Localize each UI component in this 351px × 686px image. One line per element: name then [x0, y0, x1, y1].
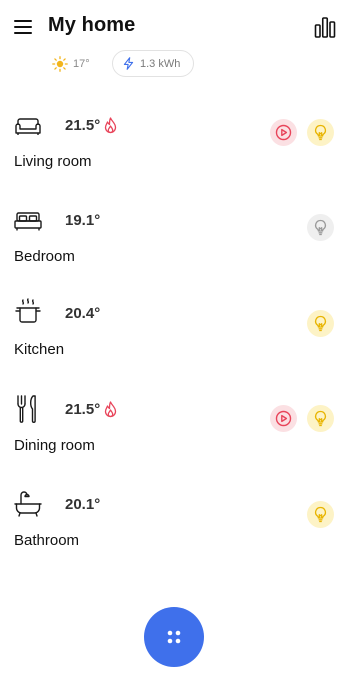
room-name: Living room — [14, 153, 92, 170]
play-circle-icon — [275, 410, 292, 427]
room-temperature: 21.5° — [65, 117, 118, 134]
four-dots-icon — [167, 630, 181, 644]
room-name: Bedroom — [14, 248, 75, 265]
flame-icon — [105, 401, 117, 418]
light-toggle-button[interactable] — [307, 501, 334, 528]
weather-temperature: 17° — [73, 58, 90, 70]
room-dining-room[interactable]: 21.5° Dining room — [0, 395, 351, 477]
room-name: Bathroom — [14, 532, 80, 549]
media-play-button[interactable] — [270, 405, 297, 432]
energy-value: 1.3 kWh — [140, 57, 181, 70]
weather-status: 17° — [52, 55, 90, 73]
light-toggle-button[interactable] — [307, 214, 334, 241]
lightbulb-icon — [315, 410, 326, 427]
temperature-value: 20.4° — [65, 305, 101, 322]
sofa-icon — [15, 118, 41, 135]
room-bathroom[interactable]: 20.1° Bathroom — [0, 491, 351, 572]
media-play-button[interactable] — [270, 119, 297, 146]
temperature-value: 20.1° — [65, 496, 101, 513]
lightning-icon — [123, 57, 134, 70]
light-toggle-button[interactable] — [307, 119, 334, 146]
room-temperature: 21.5° — [65, 401, 118, 418]
flame-icon — [105, 117, 117, 134]
room-temperature: 20.1° — [65, 496, 100, 513]
room-temperature: 19.1° — [65, 212, 100, 229]
room-temperature: 20.4° — [65, 305, 100, 322]
lightbulb-icon — [315, 506, 326, 523]
play-circle-icon — [275, 124, 292, 141]
menu-icon[interactable] — [12, 16, 34, 38]
fork-knife-icon — [17, 395, 36, 423]
temperature-value: 21.5° — [65, 401, 101, 418]
light-toggle-button[interactable] — [307, 310, 334, 337]
bar-chart-icon[interactable] — [313, 15, 337, 39]
temperature-value: 21.5° — [65, 117, 101, 134]
lightbulb-icon — [315, 219, 326, 236]
bed-icon — [14, 212, 42, 231]
lightbulb-icon — [315, 315, 326, 332]
main-action-button[interactable] — [144, 607, 204, 667]
room-name: Dining room — [14, 437, 95, 454]
room-living-room[interactable]: 21.5° Living room — [0, 113, 351, 193]
room-name: Kitchen — [14, 341, 65, 358]
light-toggle-button[interactable] — [307, 405, 334, 432]
page-title: My home — [48, 14, 136, 36]
sun-icon — [52, 56, 68, 72]
lightbulb-icon — [315, 124, 326, 141]
cooking-pot-icon — [15, 298, 41, 323]
room-kitchen[interactable]: 20.4° Kitchen — [0, 298, 351, 381]
app-header: My home — [0, 0, 351, 50]
energy-chip[interactable]: 1.3 kWh — [112, 50, 194, 77]
room-bedroom[interactable]: 19.1° Bedroom — [0, 208, 351, 288]
bathtub-icon — [14, 491, 42, 517]
temperature-value: 19.1° — [65, 212, 101, 229]
